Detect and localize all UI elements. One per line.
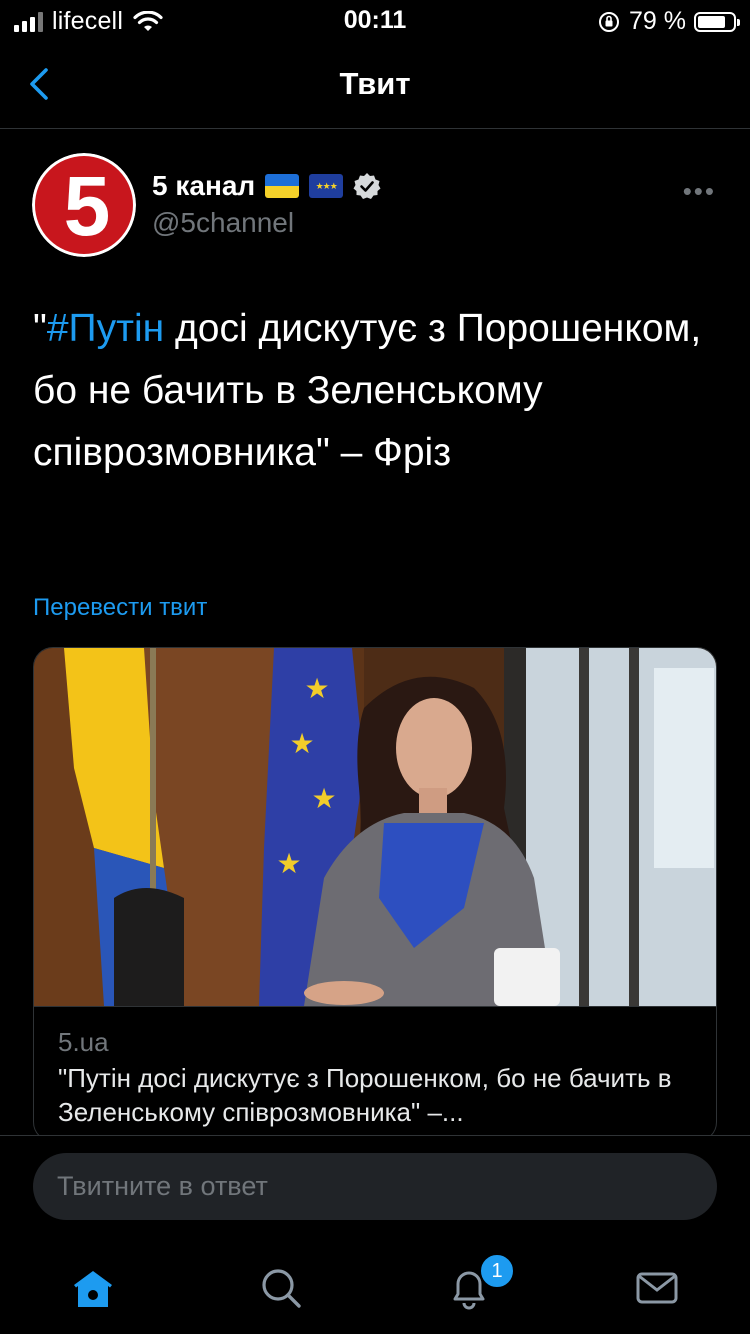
link-card[interactable]: ★ ★ ★ ★ 5.ua "Путін досі дискутує з Поро…	[33, 647, 717, 1142]
svg-text:★: ★	[304, 673, 329, 704]
reply-input[interactable]: Твитните в ответ	[33, 1153, 717, 1220]
svg-text:★: ★	[311, 783, 336, 814]
svg-text:★: ★	[289, 728, 314, 759]
status-right: 79 %	[597, 7, 740, 36]
svg-text:5: 5	[64, 159, 111, 253]
card-domain: 5.ua	[58, 1027, 109, 1057]
eu-flag-icon: ★★★	[309, 174, 344, 198]
search-icon[interactable]	[256, 1263, 306, 1313]
author-name-row[interactable]: 5 канал ★★★	[152, 170, 381, 202]
translate-tweet-link[interactable]: Перевести твит	[33, 594, 207, 622]
battery-fill	[698, 15, 725, 28]
tweet-text: "#Путін досі дискутує з Порошенком, бо н…	[33, 298, 713, 484]
more-options-icon[interactable]: •••	[683, 176, 716, 207]
ukraine-flag-icon	[265, 174, 300, 198]
verified-badge-icon	[353, 173, 381, 199]
avatar[interactable]: 5	[32, 153, 136, 257]
author-handle[interactable]: @5channel	[152, 207, 294, 239]
tweet-screen: lifecell 00:11 79 % Твит 5 5 канал ★★★ @…	[0, 0, 750, 1334]
battery-icon	[694, 11, 740, 32]
notification-badge: 1	[479, 1253, 515, 1289]
channel-logo: 5	[32, 153, 136, 257]
rotation-lock-icon	[599, 11, 620, 32]
page-title: Твит	[339, 66, 411, 101]
quote-mark: "	[33, 307, 47, 350]
card-meta: 5.ua "Путін досі дискутує з Порошенком, …	[34, 1006, 716, 1141]
battery-percent: 79 %	[629, 7, 686, 35]
mail-icon[interactable]	[632, 1263, 682, 1313]
author-name: 5 канал	[152, 170, 256, 201]
card-title: "Путін досі дискутує з Порошенком, бо не…	[58, 1063, 672, 1127]
status-bar: lifecell 00:11 79 %	[0, 0, 750, 40]
reply-bar: Твитните в ответ	[0, 1135, 750, 1240]
svg-text:★: ★	[276, 848, 301, 879]
home-icon[interactable]	[68, 1263, 118, 1313]
tab-bar	[0, 1239, 750, 1334]
hashtag-link[interactable]: #Путін	[47, 307, 164, 350]
nav-bar: Твит	[0, 40, 750, 129]
article-photo: ★ ★ ★ ★	[34, 648, 716, 1006]
